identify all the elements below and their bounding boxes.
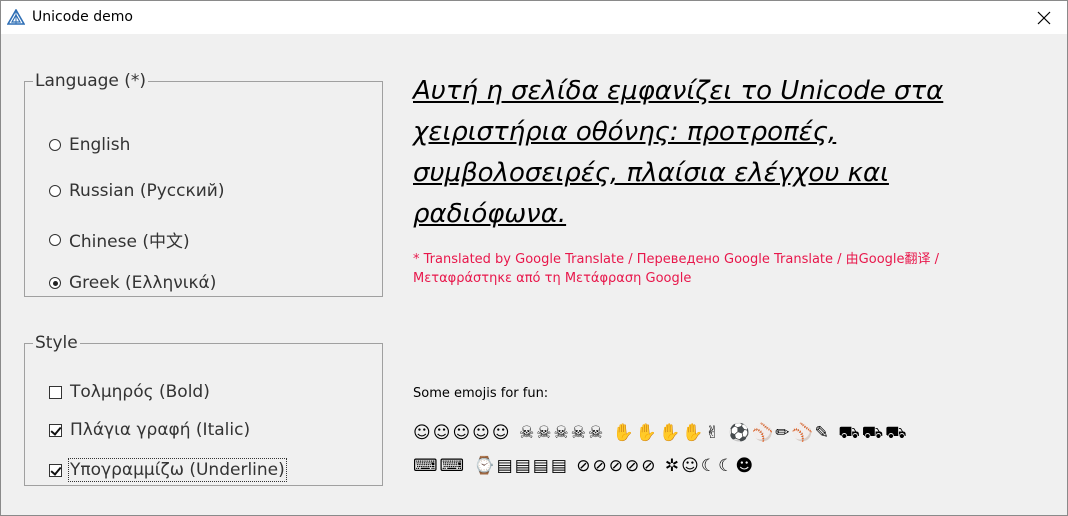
emoji-row-2: ⌨⌨ ⌚▤▤▤▤ ⊘⊘⊘⊘⊘ ✲☺☾☾☻ <box>413 456 756 476</box>
radio-english[interactable]: English <box>49 135 130 155</box>
radio-label: Russian (Русский) <box>69 181 225 201</box>
checkbox-label: Πλάγια γραφή (Italic) <box>70 420 251 440</box>
close-button[interactable] <box>1021 1 1067 34</box>
radio-button[interactable] <box>49 277 61 289</box>
radio-russian[interactable]: Russian (Русский) <box>49 181 225 201</box>
language-group-legend: Language (*) <box>35 71 147 91</box>
style-group: Style Τολμηρός (Bold) Πλάγια γραφή (Ital… <box>24 333 383 486</box>
checkbox-italic[interactable]: Πλάγια γραφή (Italic) <box>49 420 250 440</box>
checkbox[interactable] <box>49 463 62 477</box>
style-group-legend: Style <box>35 333 78 353</box>
radio-button[interactable] <box>49 233 61 246</box>
checkbox[interactable] <box>49 385 62 399</box>
radio-label: Greek (Ελληνικά) <box>69 273 217 293</box>
title-bar[interactable]: Unicode demo <box>1 1 1067 34</box>
radio-label: Chinese (中文) <box>69 232 190 252</box>
radio-greek[interactable]: Greek (Ελληνικά) <box>49 273 216 293</box>
radio-button[interactable] <box>49 185 61 197</box>
app-window: Unicode demo Language (*) English Russia… <box>0 0 1068 516</box>
radio-chinese[interactable]: Chinese (中文) <box>49 227 190 252</box>
emoji-label: Some emojis for fun: <box>413 386 549 401</box>
language-group: Language (*) English Russian (Русский) C… <box>24 71 383 297</box>
app-logo-icon <box>7 9 25 25</box>
checkbox-bold[interactable]: Τολμηρός (Bold) <box>49 382 210 402</box>
checkbox[interactable] <box>49 423 62 437</box>
radio-button[interactable] <box>49 139 61 151</box>
main-text: Αυτή η σελίδα εμφανίζει το Unicode στα χ… <box>413 76 944 229</box>
checkbox-label: Τολμηρός (Bold) <box>70 382 210 402</box>
translation-note: * Translated by Google Translate / Перев… <box>413 252 940 286</box>
radio-label: English <box>69 135 131 155</box>
checkbox-label: Υπογραμμίζω (Underline) <box>68 458 287 482</box>
checkbox-underline[interactable]: Υπογραμμίζω (Underline) <box>49 458 287 482</box>
emoji-row-1: ☺☺☺☺☺ ☠☠☠☠☠ ✋✋✋✋✌ ⚽⚾✏⚾✎ ⛟⛟⛟ <box>413 423 909 443</box>
close-icon <box>1037 11 1051 24</box>
window-title: Unicode demo <box>32 9 133 25</box>
